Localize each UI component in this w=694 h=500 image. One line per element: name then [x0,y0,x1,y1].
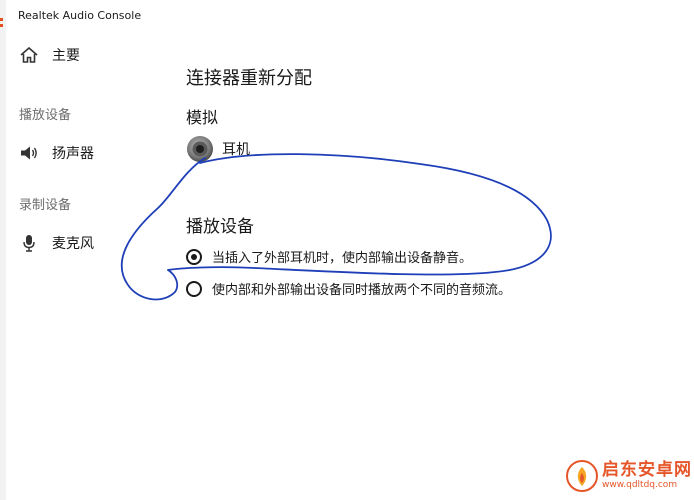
headphone-jack-icon [187,136,213,162]
sidebar-item-label: 主要 [52,48,80,64]
sidebar-item-label: 扬声器 [52,146,94,162]
sidebar-item-microphone[interactable]: 麦克风 [18,231,94,255]
section-subtitle-analog: 模拟 [186,108,219,127]
watermark-url: www.qdltdq.com [602,480,678,490]
sidebar-item-label: 麦克风 [52,236,94,252]
headphone-jack-item[interactable]: 耳机 [186,135,250,163]
microphone-icon [18,233,40,253]
section-header-record: 录制设备 [19,198,72,213]
page-title: 连接器重新分配 [186,68,312,89]
radio-option-dual-stream[interactable]: 使内部和外部输出设备同时播放两个不同的音频流。 [186,279,511,298]
watermark: 启东安卓网 www.qdltdq.com [566,460,692,492]
watermark-brand: 启东安卓网 [602,460,692,480]
sidebar-item-speaker[interactable]: 扬声器 [18,141,94,165]
radio-option-mute-internal[interactable]: 当插入了外部耳机时，使内部输出设备静音。 [186,247,472,266]
jack-label: 耳机 [222,142,250,158]
radio-option-label: 当插入了外部耳机时，使内部输出设备静音。 [212,251,473,266]
radio-button-unchecked[interactable] [186,280,202,297]
sidebar: 主要 播放设备 扬声器 录制设备 麦克风 [0,0,170,500]
radio-option-label: 使内部和外部输出设备同时播放两个不同的音频流。 [212,283,512,298]
playback-section-title: 播放设备 [186,217,254,237]
home-icon [18,45,40,65]
radio-button-checked[interactable] [186,248,202,265]
sidebar-item-home[interactable]: 主要 [18,43,80,67]
watermark-logo-icon [566,460,598,492]
speaker-icon [18,143,40,163]
section-header-playback: 播放设备 [19,108,72,123]
